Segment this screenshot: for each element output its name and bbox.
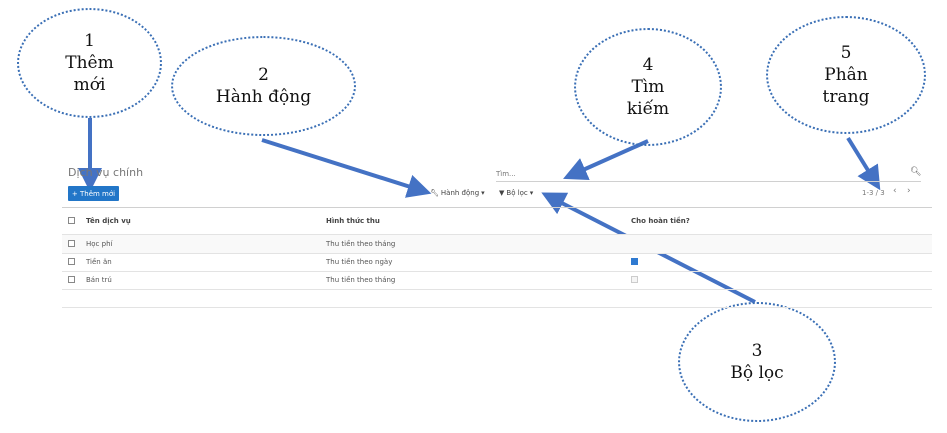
search-icon[interactable]: 🔍︎: [910, 167, 921, 177]
callout-number: 4: [642, 54, 654, 75]
callout-2: 2 Hành động: [171, 36, 356, 136]
payment-method: Thu tiền theo ngày: [326, 258, 393, 266]
row-checkbox[interactable]: [68, 240, 75, 247]
pager: 1-3 / 3: [862, 189, 885, 197]
pager-next-button[interactable]: ›: [907, 186, 911, 196]
filter-label: Bộ lọc: [506, 189, 528, 197]
action-label: Hành động: [440, 189, 480, 197]
callout-number: 5: [840, 42, 852, 63]
payment-method: Thu tiền theo tháng: [326, 240, 396, 248]
caret-down-icon: ▾: [529, 189, 534, 197]
wrench-icon: 🔧︎: [430, 189, 439, 197]
table-bottom-border: [62, 307, 932, 308]
column-header-method[interactable]: Hình thức thu: [326, 217, 380, 225]
callout-1: 1 Thêm mới: [17, 8, 162, 118]
row-checkbox[interactable]: [68, 258, 75, 265]
callout-text: Phân trang: [822, 64, 870, 108]
search-underline: [496, 181, 921, 182]
select-all-checkbox[interactable]: [68, 217, 75, 224]
action-dropdown[interactable]: 🔧︎ Hành động ▾: [430, 189, 485, 197]
row-checkbox[interactable]: [68, 276, 75, 283]
callout-3: 3 Bộ lọc: [678, 302, 836, 422]
table-top-border: [62, 207, 932, 208]
callout-text: Tìm kiếm: [626, 76, 670, 120]
callout-text: Hành động: [215, 87, 312, 107]
callout-text: Thêm mới: [65, 52, 114, 96]
row-divider: [62, 289, 932, 290]
column-header-refund[interactable]: Cho hoàn tiền?: [631, 217, 690, 225]
pager-previous-button[interactable]: ‹: [893, 186, 897, 196]
caret-down-icon: ▾: [481, 189, 485, 197]
service-name: Tiền ăn: [86, 258, 112, 266]
callout-number: 3: [751, 340, 763, 361]
column-header-name[interactable]: Tên dịch vụ: [86, 217, 131, 225]
callout-5: 5 Phân trang: [766, 16, 926, 134]
pager-value: 1-3 / 3: [862, 189, 885, 197]
filter-dropdown[interactable]: ▼ Bộ lọc ▾: [499, 189, 533, 197]
search-input[interactable]: [496, 167, 920, 182]
callout-4: 4 Tìm kiếm: [574, 28, 722, 146]
filter-icon: ▼: [499, 189, 505, 197]
table-row[interactable]: [62, 235, 932, 253]
service-name: Bán trú: [86, 276, 112, 284]
row-divider: [62, 253, 932, 254]
refund-checkbox: [631, 258, 638, 265]
callout-number: 1: [84, 30, 95, 51]
add-button[interactable]: + Thêm mới: [68, 186, 119, 201]
row-divider: [62, 271, 932, 272]
payment-method: Thu tiền theo tháng: [326, 276, 396, 284]
service-name: Học phí: [86, 240, 113, 248]
callout-number: 2: [258, 64, 269, 85]
refund-checkbox: [631, 276, 638, 283]
callout-text: Bộ lọc: [730, 363, 784, 383]
arrow-2: [261, 138, 432, 198]
page-title: Dịch vụ chính: [68, 166, 144, 179]
